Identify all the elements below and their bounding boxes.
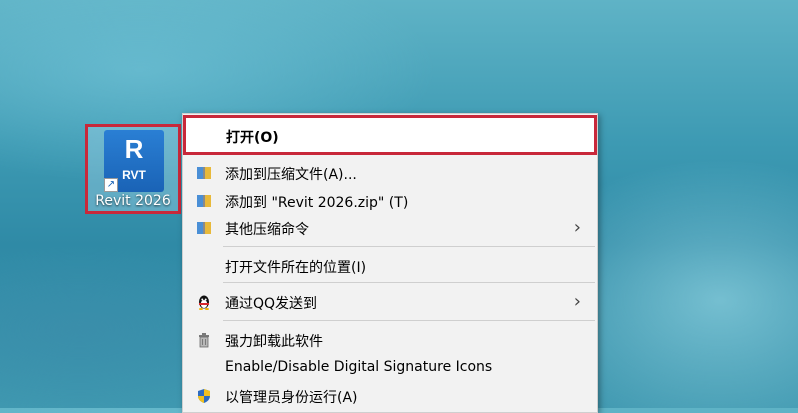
context-menu: 打开(O) 添加到压缩文件(A)... 添加到 "Revit 2026.zip"… [182,113,598,413]
shortcut-arrow-icon: ↗ [104,178,118,192]
uac-shield-icon [196,388,212,404]
revit-icon-letter: R [124,134,144,164]
menu-item-label: 添加到 "Revit 2026.zip" (T) [225,195,409,211]
revit-app-icon: R RVT ↗ [104,130,164,192]
desktop-icon-caption: Revit 2026 [95,193,171,209]
qq-penguin-icon [196,294,212,310]
menu-item-label: 打开(O) [226,130,279,146]
menu-item-label: Enable/Disable Digital Signature Icons [225,359,493,375]
menu-separator [223,282,595,283]
revit-2026-desktop-icon[interactable]: R RVT ↗ Revit 2026 [85,124,181,214]
chevron-right-icon: › [573,291,581,312]
menu-item-digital-signature-icons[interactable]: Enable/Disable Digital Signature Icons [183,355,597,381]
menu-item-label: 其他压缩命令 [225,222,309,238]
archive-icon [196,220,212,236]
menu-item-run-as-admin[interactable]: 以管理员身份运行(A) [183,383,597,409]
menu-item-open-file-location[interactable]: 打开文件所在的位置(I) [183,253,597,279]
menu-item-label: 强力卸载此软件 [225,334,323,350]
chevron-right-icon: › [573,217,581,238]
menu-separator [223,320,595,321]
menu-item-open[interactable]: 打开(O) [183,115,597,155]
menu-item-add-to-archive[interactable]: 添加到压缩文件(A)... [183,160,597,186]
archive-icon [196,193,212,209]
menu-item-other-compress[interactable]: 其他压缩命令 › [183,215,597,241]
menu-item-add-to-zip[interactable]: 添加到 "Revit 2026.zip" (T) [183,188,597,214]
menu-item-label: 以管理员身份运行(A) [225,390,358,406]
menu-item-label: 打开文件所在的位置(I) [225,260,367,276]
menu-item-label: 通过QQ发送到 [225,296,318,312]
menu-item-send-via-qq[interactable]: 通过QQ发送到 › [183,289,597,315]
menu-item-force-uninstall[interactable]: 强力卸载此软件 [183,327,597,353]
menu-separator [223,246,595,247]
trash-icon [196,332,212,348]
menu-item-label: 添加到压缩文件(A)... [225,167,357,183]
archive-icon [196,165,212,181]
